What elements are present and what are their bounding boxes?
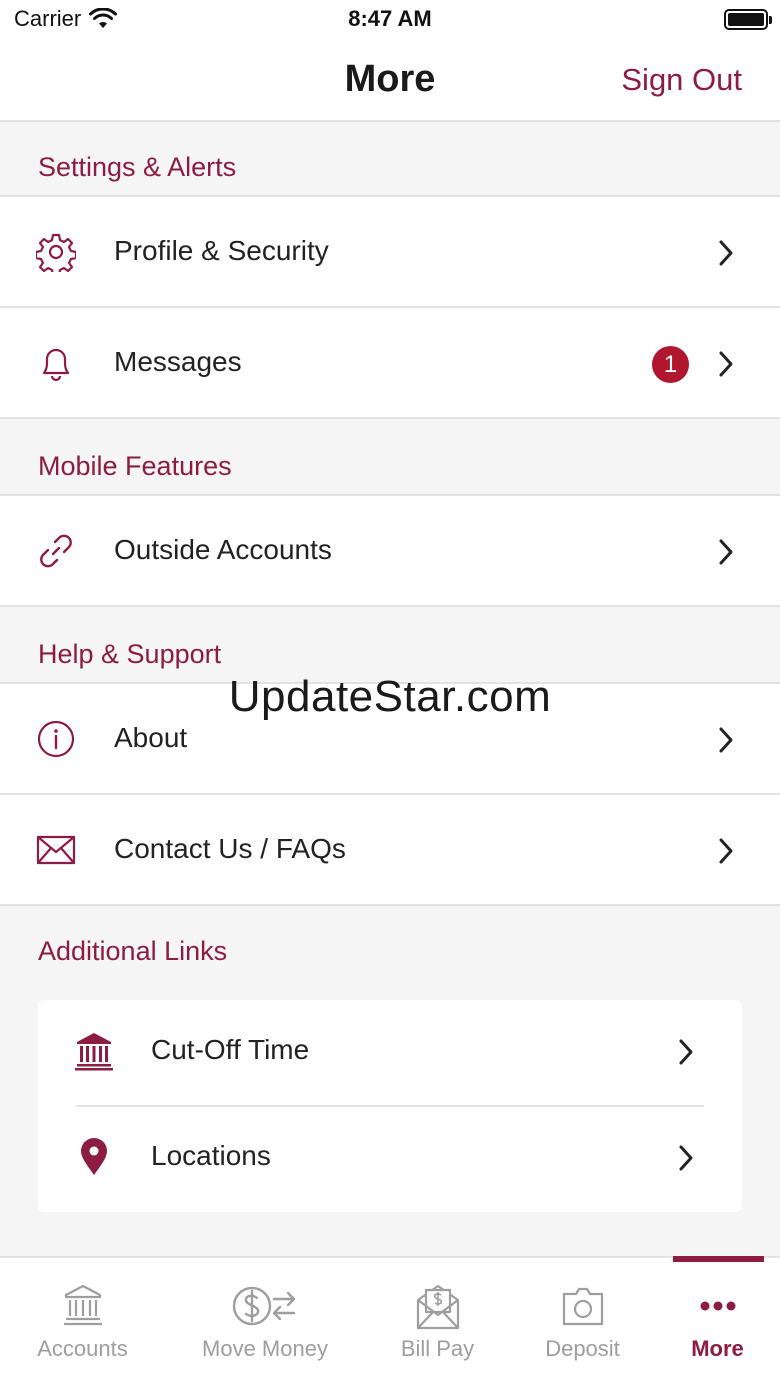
- section-title: Help & Support: [38, 639, 222, 669]
- menu-item-outside-accounts[interactable]: Outside Accounts: [0, 496, 780, 607]
- menu-item-label: Profile & Security: [114, 235, 329, 266]
- chevron-right-icon: [679, 1039, 693, 1065]
- sign-out-button[interactable]: Sign Out: [621, 62, 742, 98]
- section-title: Settings & Alerts: [38, 152, 237, 182]
- tab-bill-pay[interactable]: Bill Pay: [365, 1258, 510, 1387]
- tab-label: Bill Pay: [400, 1336, 475, 1361]
- menu-item-label: Messages: [114, 346, 242, 377]
- tab-move-money[interactable]: Move Money: [165, 1258, 365, 1387]
- tab-bar: Accounts Move Money Bill Pay Deposit Mor…: [0, 1256, 780, 1387]
- menu-item-label: Cut-Off Time: [151, 1034, 310, 1065]
- info-icon: [37, 720, 75, 758]
- bank-icon: [75, 1033, 113, 1071]
- navigation-bar: More Sign Out: [0, 40, 780, 122]
- chevron-right-icon: [679, 1145, 693, 1171]
- menu-item-label: Outside Accounts: [114, 534, 332, 565]
- camera-icon: [562, 1287, 603, 1326]
- menu-item-contact-faqs[interactable]: Contact Us / FAQs: [0, 795, 780, 906]
- tab-label: Deposit: [545, 1336, 620, 1361]
- chevron-right-icon: [719, 240, 733, 266]
- section-header-additional-links: Additional Links: [0, 906, 780, 1000]
- tab-more[interactable]: More: [655, 1258, 780, 1387]
- tab-label: Accounts: [37, 1336, 128, 1361]
- status-bar: Carrier 8:47 AM: [0, 0, 780, 40]
- battery-icon: [724, 9, 772, 30]
- menu-item-locations[interactable]: Locations: [38, 1106, 742, 1212]
- more-dots-icon: [700, 1301, 735, 1311]
- chevron-right-icon: [719, 727, 733, 753]
- section-header-help-support: Help & Support: [0, 607, 780, 684]
- transfer-icon: [232, 1286, 296, 1326]
- unread-count-badge: 1: [652, 346, 689, 383]
- link-icon: [40, 534, 72, 568]
- additional-links-card: Cut-Off Time Locations: [38, 1000, 742, 1212]
- menu-item-label: Locations: [151, 1140, 271, 1171]
- tab-deposit[interactable]: Deposit: [510, 1258, 655, 1387]
- menu-item-cut-off-time[interactable]: Cut-Off Time: [38, 1000, 742, 1106]
- map-pin-icon: [81, 1138, 107, 1175]
- menu-item-label: Contact Us / FAQs: [114, 833, 346, 864]
- wifi-icon: [89, 8, 118, 28]
- bill-envelope-icon: [416, 1284, 459, 1330]
- menu-item-about[interactable]: About: [0, 684, 780, 795]
- chevron-right-icon: [719, 539, 733, 565]
- carrier-label: Carrier: [14, 6, 82, 31]
- gear-icon: [36, 233, 76, 272]
- menu-item-profile-security[interactable]: Profile & Security: [0, 197, 780, 308]
- section-header-settings: Settings & Alerts: [0, 122, 780, 197]
- section-title: Additional Links: [38, 936, 228, 966]
- bank-icon: [63, 1284, 102, 1326]
- section-title: Mobile Features: [38, 451, 232, 481]
- chevron-right-icon: [719, 351, 733, 377]
- carrier-info: Carrier: [14, 6, 118, 32]
- tab-label: Move Money: [202, 1336, 328, 1361]
- tab-label: More: [691, 1336, 744, 1361]
- tab-accounts[interactable]: Accounts: [0, 1258, 165, 1387]
- chevron-right-icon: [719, 838, 733, 864]
- section-header-mobile-features: Mobile Features: [0, 419, 780, 496]
- envelope-icon: [36, 835, 76, 865]
- bell-icon: [42, 348, 70, 382]
- menu-item-label: About: [114, 722, 188, 753]
- menu-item-messages[interactable]: Messages 1: [0, 308, 780, 419]
